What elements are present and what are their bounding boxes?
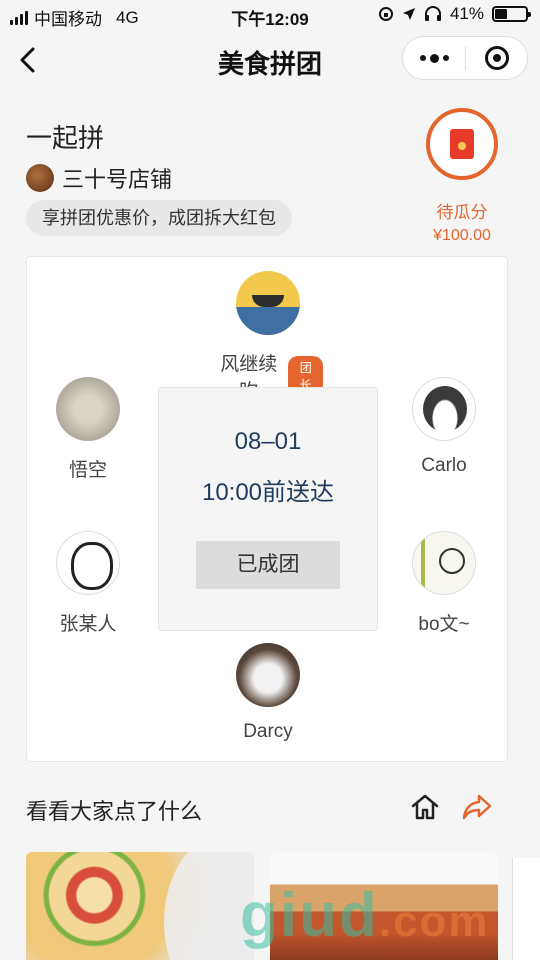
- food-card-partial[interactable]: [512, 858, 540, 960]
- member-name: Carlo: [421, 455, 467, 476]
- headphones-icon: [424, 6, 441, 21]
- battery-icon: [492, 6, 531, 22]
- group-title: 一起拼: [26, 123, 105, 153]
- red-packet[interactable]: 待瓜分 ¥100.00: [422, 108, 502, 245]
- battery-percent: 41%: [449, 4, 484, 23]
- member-item[interactable]: Darcy: [213, 643, 323, 743]
- promo-badge: 享拼团优惠价，成团拆大红包: [26, 200, 292, 236]
- avatar: [412, 531, 476, 595]
- home-button[interactable]: [408, 790, 442, 824]
- shop-avatar: [26, 164, 54, 192]
- member-item[interactable]: 悟空: [33, 377, 143, 482]
- member-name: bo文~: [418, 614, 470, 635]
- member-item[interactable]: Carlo: [389, 377, 499, 477]
- member-name: 张某人: [59, 614, 117, 635]
- share-button[interactable]: [460, 790, 494, 824]
- delivery-time: 10:00前送达: [201, 479, 335, 506]
- shop-row[interactable]: 三十号店铺: [26, 162, 172, 194]
- target-icon: [484, 46, 509, 70]
- group-status-button[interactable]: 已成团: [196, 541, 340, 589]
- section-title: 看看大家点了什么: [26, 799, 203, 824]
- member-name: 悟空: [68, 460, 107, 481]
- member-leader[interactable]: 风继续吹 团长: [213, 271, 323, 403]
- close-miniprogram-button[interactable]: [466, 37, 527, 79]
- more-dot-icon: [419, 55, 426, 61]
- more-button[interactable]: [403, 37, 465, 79]
- miniprogram-capsule: [402, 36, 528, 80]
- food-card[interactable]: [270, 852, 498, 960]
- location-icon: [402, 8, 415, 20]
- share-arrow-icon: [462, 794, 492, 820]
- avatar: [56, 531, 120, 595]
- avatar: [56, 377, 120, 441]
- avatar: [236, 643, 300, 707]
- status-right: 41%: [378, 4, 531, 24]
- member-name: Darcy: [243, 721, 293, 742]
- red-envelope-icon: [450, 129, 474, 159]
- more-dot-icon: [429, 53, 439, 63]
- avatar: [236, 271, 300, 335]
- status-bar: 中国移动 4G 下午12:09 41%: [0, 0, 540, 30]
- more-dot-icon: [442, 55, 449, 61]
- member-item[interactable]: bo文~: [389, 531, 499, 636]
- member-item[interactable]: 张某人: [33, 531, 143, 636]
- red-packet-ring: [426, 108, 498, 180]
- delivery-box: 08–01 10:00前送达 已成团: [158, 387, 378, 631]
- shop-name: 三十号店铺: [62, 167, 173, 192]
- nav-bar: 美食拼团: [0, 30, 540, 90]
- red-packet-label: 待瓜分: [436, 203, 488, 222]
- red-packet-amount: ¥100.00: [433, 227, 491, 244]
- rotation-lock-icon: [378, 7, 393, 21]
- food-card[interactable]: [26, 852, 254, 960]
- battery-fill: [495, 9, 508, 19]
- delivery-date: 08–01: [234, 428, 302, 455]
- avatar: [412, 377, 476, 441]
- home-icon: [411, 794, 439, 820]
- group-card: 风继续吹 团长 悟空 Carlo 张某人 bo文~ Darcy 08–01 10…: [26, 256, 508, 762]
